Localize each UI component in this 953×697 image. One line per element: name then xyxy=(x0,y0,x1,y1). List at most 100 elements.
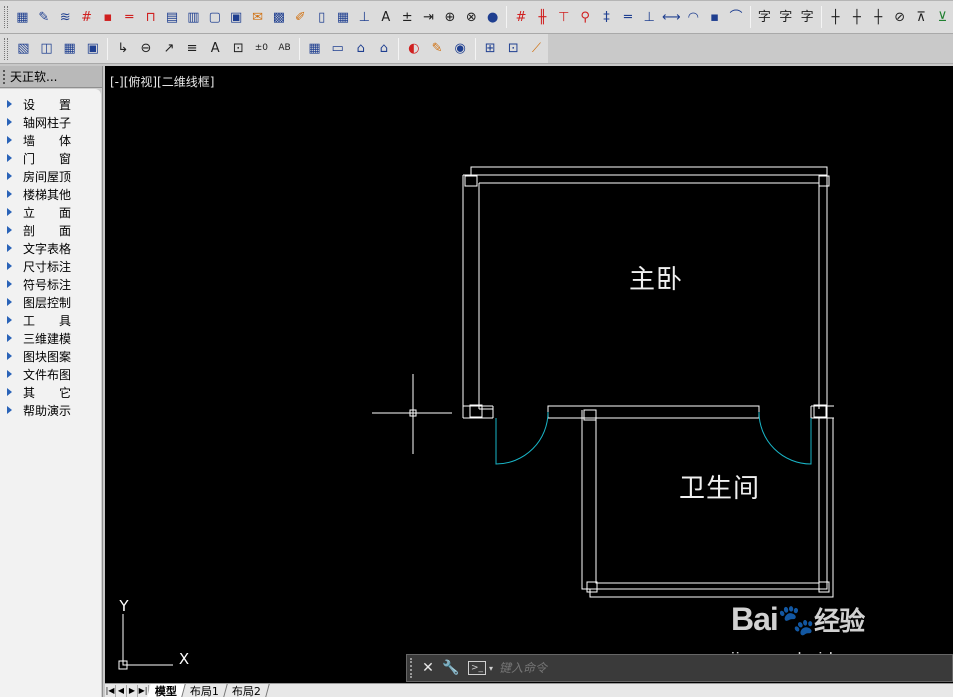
building-icon[interactable]: ▩ xyxy=(269,6,288,28)
bay-window-icon[interactable]: ▥ xyxy=(184,6,203,28)
tab-layout1[interactable]: 布局1 xyxy=(182,684,228,697)
palette-header[interactable]: 天正软... xyxy=(0,66,102,88)
palette-menu-item[interactable]: 工具 xyxy=(0,311,101,329)
help-icon[interactable]: ● xyxy=(483,6,502,28)
elevation-icon[interactable]: ± xyxy=(397,6,416,28)
next-tab-button[interactable]: ▶ xyxy=(127,684,138,697)
palette-menu-item[interactable]: 帮助演示 xyxy=(0,401,101,419)
line-dim-icon[interactable]: ═ xyxy=(618,6,637,28)
arc-dim-icon[interactable]: ⌒ xyxy=(726,6,745,28)
palette-menu-item[interactable]: 其它 xyxy=(0,383,101,401)
palette-menu-item[interactable]: 图块图案 xyxy=(0,347,101,365)
leader-icon[interactable]: ↳ xyxy=(112,38,133,60)
abc-mark-icon[interactable]: AB xyxy=(274,38,295,60)
palette-menu-item[interactable]: 立面 xyxy=(0,203,101,221)
text-icon[interactable]: A xyxy=(376,6,395,28)
image-icon[interactable]: ▣ xyxy=(82,38,103,60)
book-icon[interactable]: ▯ xyxy=(312,6,331,28)
horizontal-dim-icon[interactable]: ⟷ xyxy=(661,6,682,28)
cross-dim-icon[interactable]: ⊤ xyxy=(554,6,573,28)
palette-menu-item[interactable]: 楼梯其他 xyxy=(0,185,101,203)
extend-dim-icon[interactable]: ⊻ xyxy=(933,6,952,28)
wall-dim-icon[interactable]: ‡ xyxy=(597,6,616,28)
tab-model[interactable]: 模型 xyxy=(147,684,186,697)
palette-menu-item[interactable]: 文件布图 xyxy=(0,365,101,383)
drawing-frame-icon[interactable]: ▧ xyxy=(13,38,34,60)
brush-icon[interactable]: ✐ xyxy=(291,6,310,28)
elevation-mark-icon[interactable]: A xyxy=(205,38,226,60)
column-icon[interactable]: ▪ xyxy=(98,6,117,28)
drawing-canvas[interactable]: [-][俯视][二维线框] Y X 主卧 卫生间 Bai🐾经验 ✕ 🔧 >_ ▾… xyxy=(105,66,953,697)
axis-dim-icon[interactable]: # xyxy=(511,6,530,28)
roof-icon[interactable]: ▣ xyxy=(226,6,245,28)
split-dim-icon[interactable]: ┼ xyxy=(847,6,866,28)
chevron-down-icon[interactable]: ▾ xyxy=(489,664,493,673)
prev-tab-button[interactable]: ◀ xyxy=(116,684,127,697)
slab-icon[interactable]: ⌂ xyxy=(350,38,371,60)
table-icon[interactable]: ▦ xyxy=(333,6,352,28)
index-icon[interactable]: ⊖ xyxy=(135,38,156,60)
palette-menu-item[interactable]: 设置 xyxy=(0,95,101,113)
palette-menu-item[interactable]: 门窗 xyxy=(0,149,101,167)
room-label-bathroom[interactable]: 卫生间 xyxy=(679,468,760,505)
layout-icon[interactable]: ⊞ xyxy=(480,38,501,60)
toolbar-grip-icon[interactable] xyxy=(4,37,8,60)
palette-menu-item[interactable]: 图层控制 xyxy=(0,293,101,311)
close-icon[interactable]: ✕ xyxy=(418,658,438,678)
palette-menu-item[interactable]: 轴网柱子 xyxy=(0,113,101,131)
level-mark-icon[interactable]: ±0 xyxy=(251,38,272,60)
diameter-dim-icon[interactable]: ◠ xyxy=(684,6,703,28)
palette-menu-item[interactable]: 符号标注 xyxy=(0,275,101,293)
section-mark-icon[interactable]: ⊡ xyxy=(228,38,249,60)
merge-dim-icon[interactable]: ┼ xyxy=(826,6,845,28)
palette-menu-item[interactable]: 尺寸标注 xyxy=(0,257,101,275)
house-icon[interactable]: ⌂ xyxy=(373,38,394,60)
command-input[interactable] xyxy=(499,661,880,675)
palette-menu-item[interactable]: 房间屋顶 xyxy=(0,167,101,185)
arrow-mark-icon[interactable]: ↗ xyxy=(158,38,179,60)
wall-icon[interactable]: ═ xyxy=(120,6,139,28)
arrow-icon[interactable]: ⇥ xyxy=(419,6,438,28)
grid-icon[interactable]: ▦ xyxy=(13,6,32,28)
envelope-icon[interactable]: ✉ xyxy=(248,6,267,28)
door-icon[interactable]: ⊓ xyxy=(141,6,160,28)
join-dim-icon[interactable]: ┼ xyxy=(869,6,888,28)
door-dim-icon[interactable]: ⊥ xyxy=(640,6,659,28)
command-line-grip-icon[interactable] xyxy=(410,658,414,678)
palette-menu-item[interactable]: 三维建模 xyxy=(0,329,101,347)
palette-grip-icon[interactable] xyxy=(3,69,6,84)
tab-layout2[interactable]: 布局2 xyxy=(224,684,270,697)
window-icon[interactable]: ▤ xyxy=(162,6,181,28)
edit-icon[interactable]: ✎ xyxy=(34,6,53,28)
layers-icon[interactable]: ≋ xyxy=(55,6,74,28)
room-icon[interactable]: ▢ xyxy=(205,6,224,28)
axis-grid-icon[interactable]: # xyxy=(77,6,96,28)
palette-menu-item[interactable]: 墙体 xyxy=(0,131,101,149)
palette-menu-item[interactable]: 文字表格 xyxy=(0,239,101,257)
dim-icon[interactable]: ⊥ xyxy=(355,6,374,28)
toolbar-grip-icon[interactable] xyxy=(4,6,8,28)
eye-icon[interactable]: ◉ xyxy=(450,38,471,60)
grid-layer-icon[interactable]: ▦ xyxy=(304,38,325,60)
multi-leader-icon[interactable]: ≡ xyxy=(182,38,203,60)
sweep-icon[interactable]: ⟋ xyxy=(526,38,547,60)
single-text-icon[interactable]: 字 xyxy=(776,6,795,28)
viewport-icon[interactable]: ⊡ xyxy=(503,38,524,60)
settings-wrench-icon[interactable]: 🔧 xyxy=(441,658,461,678)
trim-dim-icon[interactable]: ⊘ xyxy=(890,6,909,28)
axis-bind-icon[interactable]: ╫ xyxy=(533,6,552,28)
angle-dim-icon[interactable]: ▪ xyxy=(705,6,724,28)
multi-text-icon[interactable]: 字 xyxy=(798,6,817,28)
room-label-bedroom[interactable]: 主卧 xyxy=(629,259,683,296)
table-icon[interactable]: ▦ xyxy=(59,38,80,60)
break-dim-icon[interactable]: ⊼ xyxy=(911,6,930,28)
ruler-icon[interactable]: ▭ xyxy=(327,38,348,60)
section-icon[interactable]: ⊕ xyxy=(440,6,459,28)
eraser-icon[interactable]: ◐ xyxy=(403,38,424,60)
preview-icon[interactable]: ◫ xyxy=(36,38,57,60)
first-tab-button[interactable]: |◀ xyxy=(105,684,116,697)
note-icon[interactable]: ✎ xyxy=(427,38,448,60)
text-style-icon[interactable]: 字 xyxy=(755,6,774,28)
circle-cross-icon[interactable]: ⊗ xyxy=(462,6,481,28)
dim-link-icon[interactable]: ⚲ xyxy=(575,6,594,28)
